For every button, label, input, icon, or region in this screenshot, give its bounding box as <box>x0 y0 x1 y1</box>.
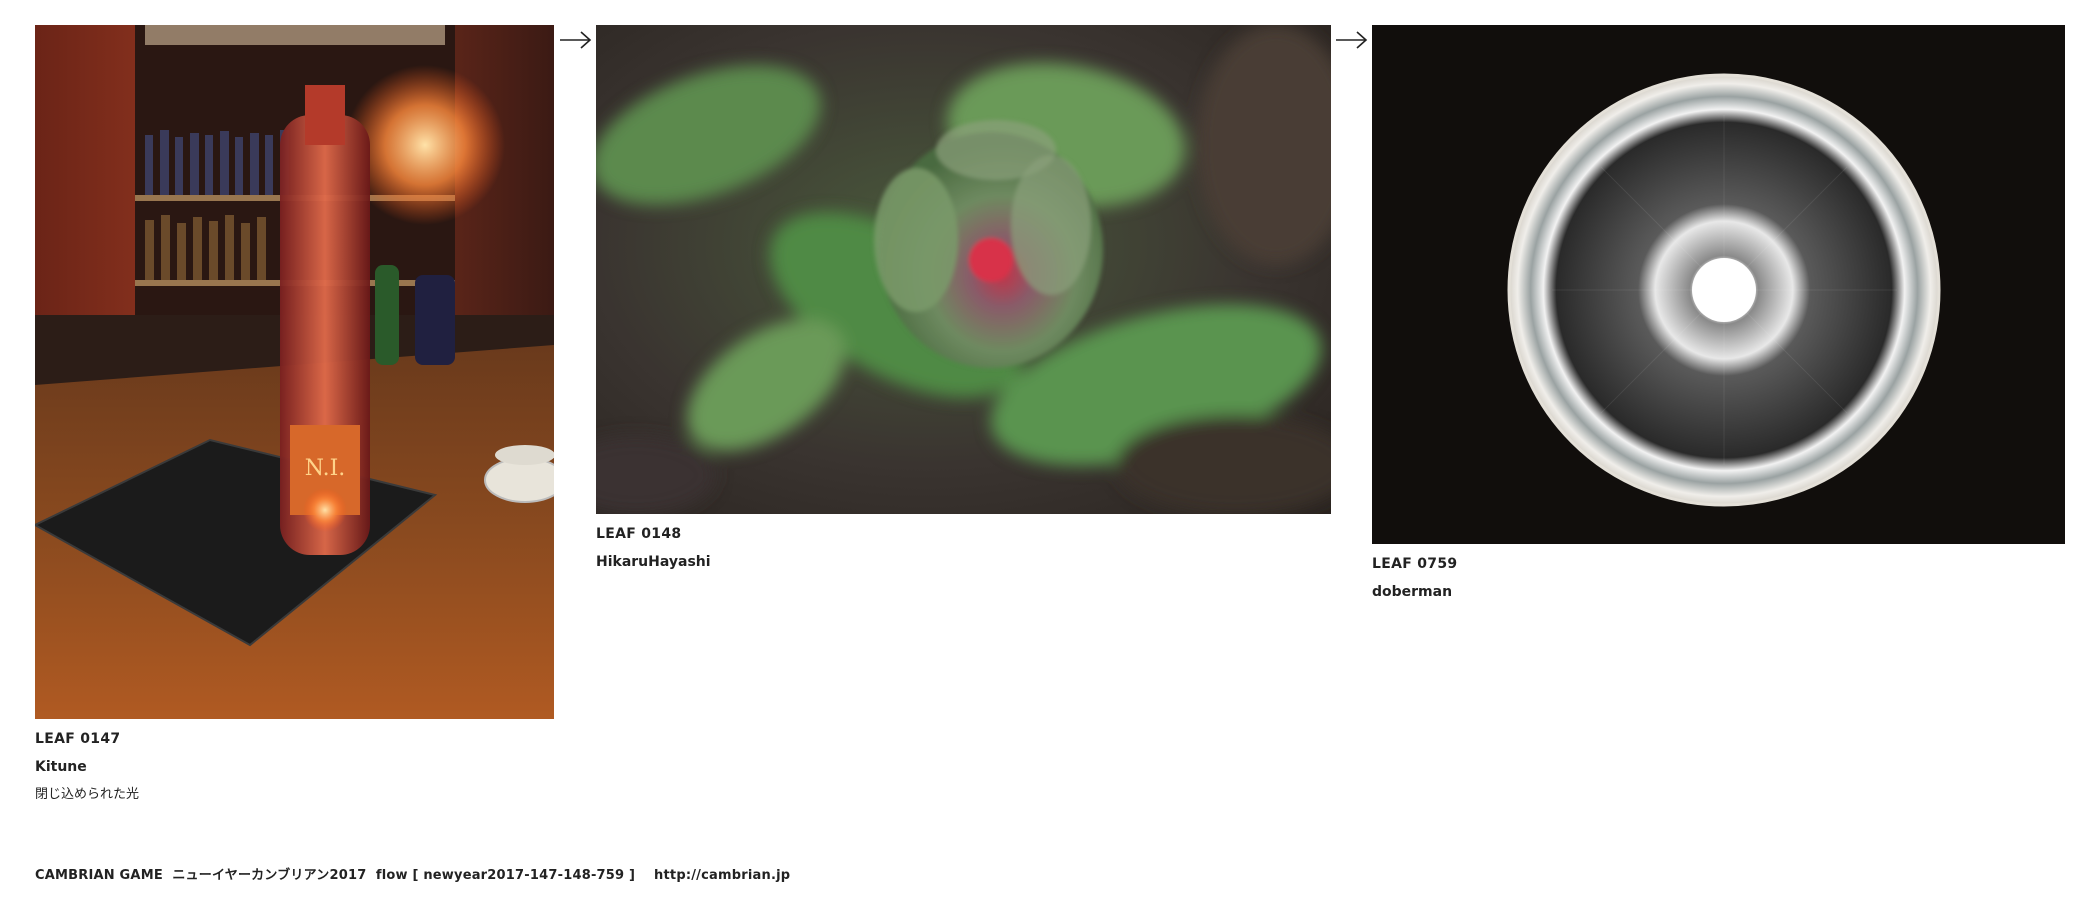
svg-text:N.I.: N.I. <box>305 456 346 481</box>
glowing-ring-image <box>1372 25 2065 544</box>
leaf-caption: 閉じ込められた光 <box>35 787 140 802</box>
leaf-author[interactable]: Kitune <box>35 757 554 777</box>
leaf-0147-photo[interactable]: N.I. <box>35 25 554 719</box>
bar-bottle-image: N.I. <box>35 25 554 719</box>
leaf-0147-meta: LEAF 0147 Kitune 閉じ込められた光 <box>35 729 554 805</box>
leaf-card-0148: LEAF 0148 HikaruHayashi <box>596 25 1331 572</box>
leaf-card-0759: LEAF 0759 doberman <box>1372 25 2065 602</box>
flow-footer: CAMBRIAN GAME ニューイヤーカンブリアン2017 flow [ ne… <box>35 868 791 883</box>
leaf-author[interactable]: HikaruHayashi <box>596 552 1331 572</box>
leaf-id[interactable]: LEAF 0148 <box>596 524 1331 544</box>
leaf-0148-photo[interactable] <box>596 25 1331 514</box>
leaf-card-0147: N.I. LEAF 0147 Kitune 閉じ込められた光 <box>35 25 554 805</box>
leaf-author[interactable]: doberman <box>1372 582 2065 602</box>
leaf-id[interactable]: LEAF 0759 <box>1372 554 2065 574</box>
tulip-bud-image <box>596 25 1331 514</box>
leaf-0759-photo[interactable] <box>1372 25 2065 544</box>
leaf-id[interactable]: LEAF 0147 <box>35 729 554 749</box>
arrow-right-icon <box>560 31 592 49</box>
arrow-right-icon <box>1336 31 1368 49</box>
leaf-0759-meta: LEAF 0759 doberman <box>1372 554 2065 602</box>
leaf-0148-meta: LEAF 0148 HikaruHayashi <box>596 524 1331 572</box>
